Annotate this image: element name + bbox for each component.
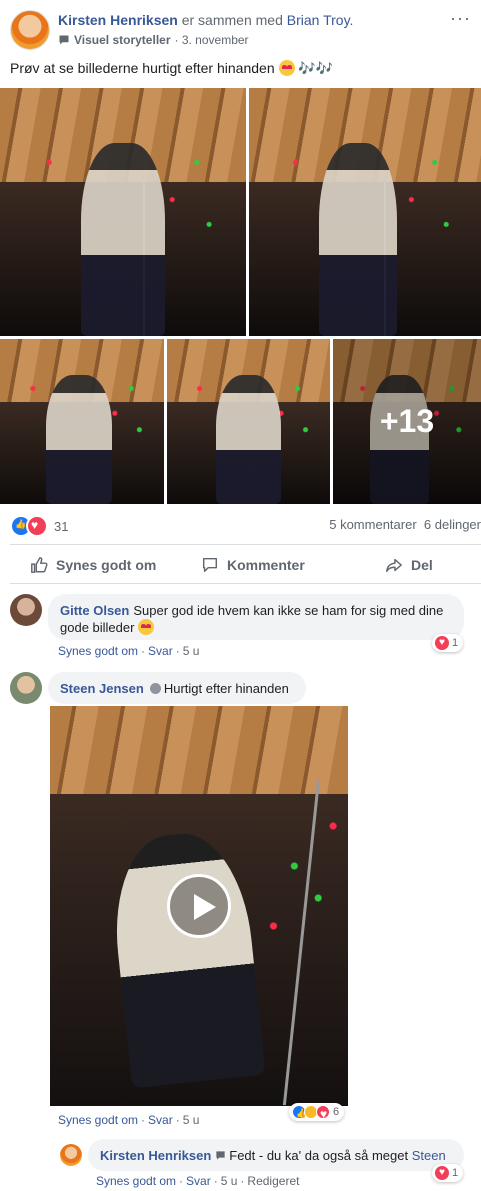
heart-eyes-emoji-icon [138, 619, 155, 635]
comment-video[interactable] [50, 706, 348, 1106]
reply-actions: Synes godt om · Svar · 5 u · Redigeret [96, 1174, 300, 1188]
comment-time[interactable]: 5 u [183, 1113, 200, 1127]
comment-time[interactable]: 5 u [183, 644, 200, 658]
commenter-avatar[interactable] [10, 594, 42, 626]
comment-actions: Synes godt om · Svar · 5 u [58, 644, 200, 658]
comment-actions: Synes godt om · Svar · 5 u [58, 1113, 200, 1127]
edited-label[interactable]: Redigeret [247, 1174, 299, 1188]
post-photo-3[interactable] [0, 339, 164, 504]
post-photo-1[interactable] [0, 88, 246, 336]
comment-button[interactable]: Kommenter [201, 553, 305, 577]
comment-text: Hurtigt efter hinanden [163, 681, 289, 696]
post-text-body: Prøv at se billederne hurtigt efter hina… [10, 60, 275, 76]
post-stats: 5 kommentarer 6 delinger [329, 517, 481, 532]
comment-reaction-count: 1 [452, 637, 459, 649]
commenter-avatar[interactable] [10, 672, 42, 704]
comment-reaction-count: 1 [452, 1167, 459, 1179]
commenter-name[interactable]: Kirsten Henriksen [100, 1148, 211, 1163]
comment-bubble: Gitte Olsen Super god ide hvem kan ikke s… [48, 594, 464, 640]
comment-text: Fedt - du ka' da også så meget [229, 1148, 409, 1163]
comment-like-link[interactable]: Synes godt om [58, 644, 138, 658]
more-options-icon[interactable]: ··· [450, 8, 471, 29]
comment-reply-link[interactable]: Svar [186, 1174, 211, 1188]
comment-reactions[interactable]: ♥ 1 [432, 634, 464, 652]
reactions-summary[interactable]: 31 [10, 515, 68, 537]
comment-like-link[interactable]: Synes godt om [96, 1174, 176, 1188]
comments-count[interactable]: 5 kommentarer [329, 517, 416, 532]
reply-bubble: Kirsten Henriksen Fedt - du ka' da også s… [88, 1139, 464, 1171]
post-date[interactable]: · 3. november [175, 33, 249, 47]
comment-like-link[interactable]: Synes godt om [58, 1113, 138, 1127]
love-reaction-icon [26, 515, 48, 537]
author-avatar[interactable] [10, 10, 50, 50]
reaction-count[interactable]: 31 [54, 519, 68, 534]
post-header: Kirsten Henriksen er sammen med Brian Tr… [58, 12, 353, 28]
comment-icon [202, 557, 218, 573]
post-text: Prøv at se billederne hurtigt efter hina… [10, 60, 333, 77]
reply-avatar[interactable] [60, 1144, 82, 1166]
commenter-name[interactable]: Steen Jensen [60, 681, 144, 696]
star-struck-emoji-icon [278, 60, 295, 76]
share-arrow-icon [386, 558, 402, 573]
comment-time[interactable]: 5 u [221, 1174, 238, 1188]
thumbs-up-icon [31, 557, 48, 573]
divider [10, 544, 481, 545]
share-button-label: Del [411, 557, 433, 573]
comment-reactions[interactable]: 6 [289, 1103, 345, 1121]
commenter-name[interactable]: Gitte Olsen [60, 603, 129, 618]
share-button[interactable]: Del [385, 553, 433, 577]
with-text: er sammen med [181, 12, 283, 28]
love-reaction-icon: ♥ [435, 636, 449, 650]
chat-bubble-icon [59, 35, 69, 45]
shield-icon [149, 683, 161, 694]
post-subheader: Visuel storyteller · 3. november [58, 33, 249, 47]
author-role[interactable]: Visuel storyteller [74, 33, 171, 47]
like-button-label: Synes godt om [56, 557, 157, 573]
comment-reactions[interactable]: ♥ 1 [432, 1164, 464, 1182]
shares-count[interactable]: 6 delinger [424, 517, 481, 532]
love-reaction-icon: ♥ [435, 1166, 449, 1180]
more-photos-label[interactable]: +13 [333, 339, 481, 504]
comment-reaction-count: 6 [333, 1106, 340, 1118]
post-photo-2[interactable] [249, 88, 481, 336]
divider [10, 583, 481, 584]
play-button-icon[interactable] [167, 874, 231, 938]
chat-bubble-icon [216, 1151, 225, 1160]
mention-link[interactable]: Steen [412, 1148, 446, 1163]
post-photo-5[interactable]: +13 [333, 339, 481, 504]
comment-reply-link[interactable]: Svar [148, 1113, 173, 1127]
love-reaction-icon [316, 1105, 330, 1121]
tagged-name[interactable]: Brian Troy. [287, 12, 354, 28]
author-name[interactable]: Kirsten Henriksen [58, 12, 178, 28]
post-photo-4[interactable] [167, 339, 330, 504]
comment-reply-link[interactable]: Svar [148, 644, 173, 658]
music-notes-text: 🎶🎶 [298, 60, 334, 76]
comment-bubble: Steen Jensen Hurtigt efter hinanden [48, 672, 306, 704]
like-button[interactable]: Synes godt om [30, 553, 156, 577]
comment-button-label: Kommenter [227, 557, 305, 573]
